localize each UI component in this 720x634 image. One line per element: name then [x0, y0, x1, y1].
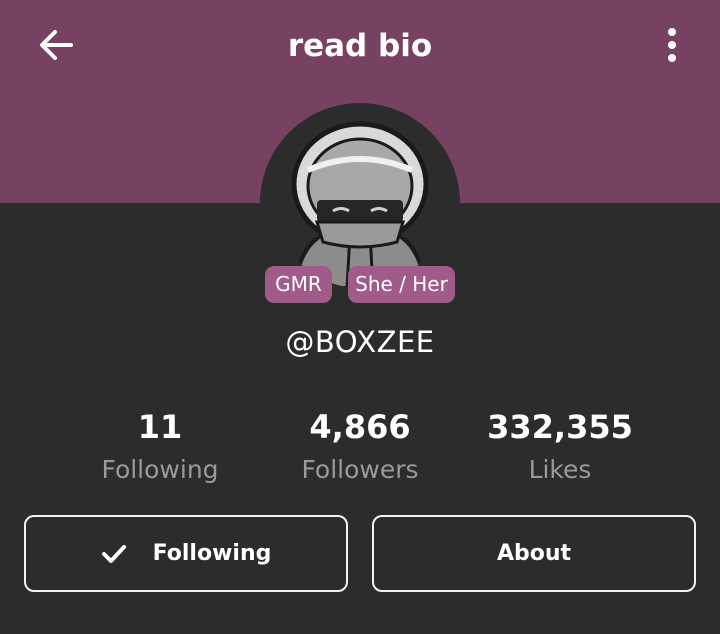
likes-count: 332,355 [487, 408, 633, 446]
more-vertical-icon [668, 28, 676, 62]
avatar[interactable] [275, 118, 445, 288]
likes-label: Likes [528, 455, 592, 484]
following-count: 11 [137, 408, 183, 446]
following-label: Following [101, 455, 219, 484]
hooded-character-avatar [291, 121, 429, 288]
about-button-label: About [496, 541, 572, 566]
followers-stat[interactable]: 4,866 Followers [250, 404, 470, 492]
followers-count: 4,866 [309, 408, 411, 446]
following-button[interactable]: Following [24, 515, 348, 592]
following-stat[interactable]: 11 Following [50, 404, 270, 492]
likes-stat[interactable]: 332,355 Likes [450, 404, 670, 492]
about-button[interactable]: About [372, 515, 696, 592]
followers-label: Followers [301, 455, 419, 484]
identity-tag: GMR [265, 266, 332, 303]
pronoun-tag: She / Her [348, 266, 455, 303]
more-options-button[interactable] [646, 22, 698, 68]
following-button-label: Following [152, 541, 272, 566]
username: @BOXZEE [285, 325, 435, 359]
checkmark-icon [101, 544, 127, 564]
page-title: read bio [287, 28, 433, 64]
